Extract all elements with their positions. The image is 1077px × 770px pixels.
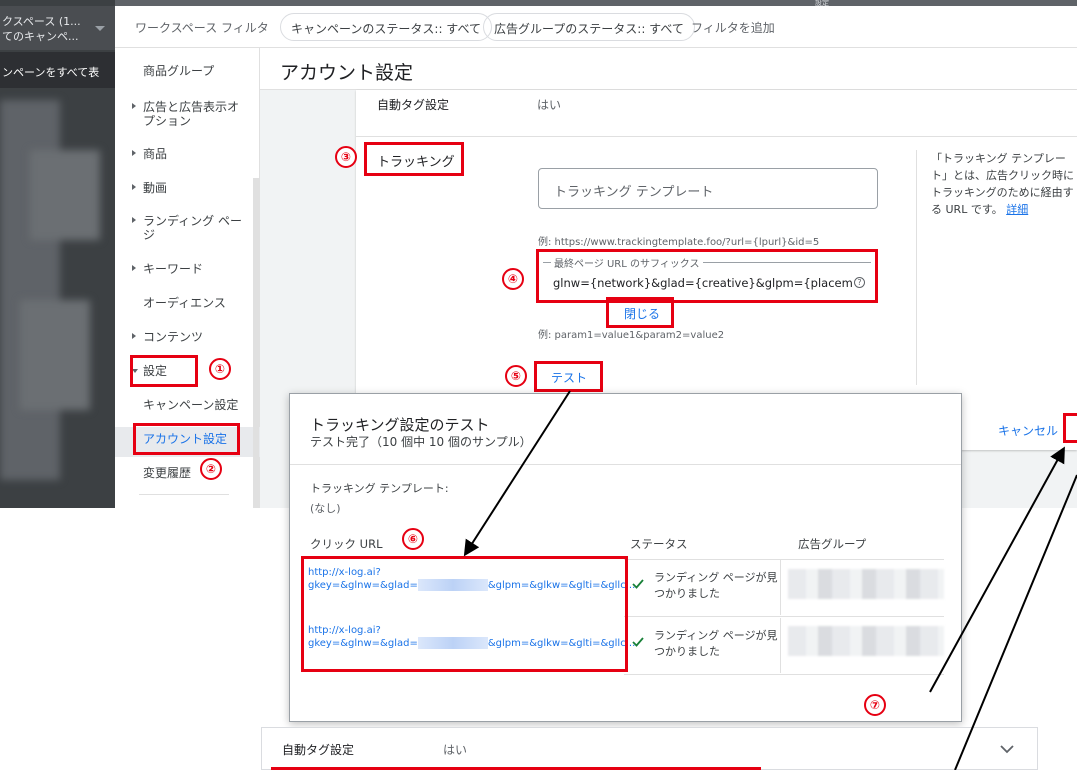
nav-item-products[interactable]: 商品 xyxy=(132,147,168,161)
test-button[interactable]: テスト xyxy=(534,361,603,392)
help-line-3: トラッキングのために経由す xyxy=(931,186,1074,199)
campaign-status-chip[interactable]: キャンペーンのステータス:: すべて xyxy=(280,13,492,41)
arrow-bottom-to-save xyxy=(954,474,1077,770)
auto-tagging-row[interactable]: 自動タグ設定 はい xyxy=(261,727,1038,770)
auto-tagging-label: 自動タグ設定 xyxy=(377,98,450,112)
expand-arrow-icon xyxy=(132,184,136,190)
auto-tagging-value: はい xyxy=(537,98,562,112)
learn-more-link[interactable]: 詳細 xyxy=(1006,203,1028,216)
nav-item-product-groups[interactable]: 商品グループ xyxy=(143,64,214,78)
nav-item-audiences[interactable]: オーディエンス xyxy=(143,296,226,310)
dialog-divider xyxy=(290,464,961,465)
row-divider xyxy=(624,674,944,675)
help-line-4: る URL です。 xyxy=(931,203,1003,216)
auto-tagging-value: はい xyxy=(443,743,468,757)
tracking-template-input[interactable]: トラッキング テンプレート xyxy=(538,168,878,209)
auto-tagging-label: 自動タグ設定 xyxy=(282,743,355,757)
page-header: アカウント設定 xyxy=(260,48,1077,90)
chevron-down-icon[interactable] xyxy=(1000,744,1014,754)
suffix-legend: 最終ページ URL のサフィックス xyxy=(551,255,703,270)
col-header-url: クリック URL xyxy=(310,537,383,551)
nav-item-ads-line2: プション xyxy=(143,114,192,128)
nav-scrollbar[interactable] xyxy=(253,178,259,508)
step-marker-3: ③ xyxy=(335,146,357,168)
nav-item-ads-line1: 広告と広告表示オ xyxy=(143,100,240,114)
step-marker-7: ⑦ xyxy=(864,694,886,716)
expand-arrow-icon xyxy=(132,103,136,109)
nav-item-videos-label: 動画 xyxy=(143,181,168,195)
column-divider xyxy=(780,560,781,615)
workspace-filter-label: ワークスペース フィルタ xyxy=(135,21,269,35)
step-marker-5: ⑤ xyxy=(505,365,527,387)
status-text: ランディング ページが見つかりました xyxy=(654,571,778,600)
nav-item-content-label: コンテンツ xyxy=(143,330,204,344)
page-title: アカウント設定 xyxy=(280,62,414,84)
help-line-1: 「トラッキング テンプレー xyxy=(931,152,1066,165)
expand-arrow-icon xyxy=(132,150,136,156)
expand-arrow-icon xyxy=(132,217,136,223)
tracking-help-text: 「トラッキング テンプレー ト」とは、広告クリック時に トラッキングのために経由… xyxy=(916,150,1076,385)
help-line-2: ト」とは、広告クリック時に xyxy=(931,169,1074,182)
account-settings-highlight-box xyxy=(133,423,240,455)
nav-item-landing-pages[interactable]: ランディング ページ xyxy=(132,214,242,242)
add-filter-button[interactable]: フィルタを追加 xyxy=(691,19,775,36)
nav-item-lp-line2: ジ xyxy=(143,228,156,242)
step-marker-4: ④ xyxy=(502,268,524,290)
expand-arrow-icon xyxy=(132,333,136,339)
col-header-adgroup: 広告グループ xyxy=(798,537,867,551)
campaign-nav: クスペース (1... てのキャンペ... ンペーンをすべて表 xyxy=(0,0,115,508)
status-text: ランディング ページが見つかりました xyxy=(654,629,778,658)
dropdown-caret-icon xyxy=(95,26,105,31)
template-label: トラッキング テンプレート: xyxy=(310,482,449,495)
dialog-title: トラッキング設定のテスト xyxy=(310,416,490,434)
nav-item-keywords[interactable]: キーワード xyxy=(132,262,204,276)
row-divider xyxy=(624,616,944,617)
nav-item-content[interactable]: コンテンツ xyxy=(132,330,204,344)
template-example: 例: https://www.trackingtemplate.foo/?url… xyxy=(538,237,820,248)
blurred-campaign-list-3 xyxy=(20,300,90,410)
col-header-status: ステータス xyxy=(630,537,688,551)
template-value: (なし) xyxy=(310,502,341,515)
card-separator xyxy=(356,136,1077,137)
nav-item-keywords-label: キーワード xyxy=(143,262,204,276)
suffix-example: 例: param1=value1&param2=value2 xyxy=(538,330,725,341)
row-divider xyxy=(624,559,944,560)
nav-item-change-history[interactable]: 変更履歴 xyxy=(143,466,191,480)
step-marker-1: ① xyxy=(209,358,231,380)
check-icon xyxy=(632,579,644,589)
close-button[interactable]: 閉じる xyxy=(606,297,674,328)
blurred-campaign-list-2 xyxy=(30,150,100,240)
help-icon[interactable]: ? xyxy=(854,277,865,288)
workspace-selector[interactable]: クスペース (1... てのキャンペ... xyxy=(0,6,115,50)
nav-item-products-label: 商品 xyxy=(143,147,168,161)
column-divider xyxy=(780,618,781,673)
step-marker-6: ⑥ xyxy=(402,528,424,550)
workspace-filter-bar: ワークスペース フィルタ キャンペーンのステータス:: すべて 広告グループのス… xyxy=(115,6,1077,48)
final-url-suffix-field[interactable]: 最終ページ URL のサフィックス glnw={network}&glad={c… xyxy=(536,249,878,303)
click-url-highlight-box xyxy=(301,556,628,672)
nav-item-ads-extensions[interactable]: 広告と広告表示オ プション xyxy=(132,100,240,128)
nav-item-campaign-settings[interactable]: キャンペーン設定 xyxy=(143,398,238,412)
nav-item-lp-line1: ランディング ペー xyxy=(143,214,242,228)
workspace-sub: てのキャンペ... xyxy=(2,30,79,43)
cancel-button[interactable]: キャンセル xyxy=(998,422,1058,439)
dialog-subtitle: テスト完了（10 個中 10 個のサンプル） xyxy=(310,435,532,449)
suffix-value: glnw={network}&glad={creative}&glpm={pla… xyxy=(553,276,853,290)
adgroup-status-chip[interactable]: 広告グループのステータス:: すべて xyxy=(483,13,695,41)
settings-highlight-box xyxy=(130,355,198,387)
blurred-adgroup xyxy=(788,626,944,656)
help-line-4-wrap: る URL です。 詳細 xyxy=(931,201,1076,218)
step-marker-2: ② xyxy=(200,458,222,480)
blurred-adgroup xyxy=(788,569,944,599)
tracking-test-dialog: トラッキング設定のテスト テスト完了（10 個中 10 個のサンプル） トラッキ… xyxy=(289,393,962,722)
tracking-section-title: トラッキング xyxy=(364,142,464,176)
check-icon xyxy=(632,637,644,647)
save-button-highlight[interactable] xyxy=(1063,413,1077,443)
nav-divider xyxy=(139,494,229,495)
expand-arrow-icon xyxy=(132,265,136,271)
nav-item-videos[interactable]: 動画 xyxy=(132,181,168,195)
all-campaigns-item[interactable]: ンペーンをすべて表 xyxy=(0,52,115,88)
